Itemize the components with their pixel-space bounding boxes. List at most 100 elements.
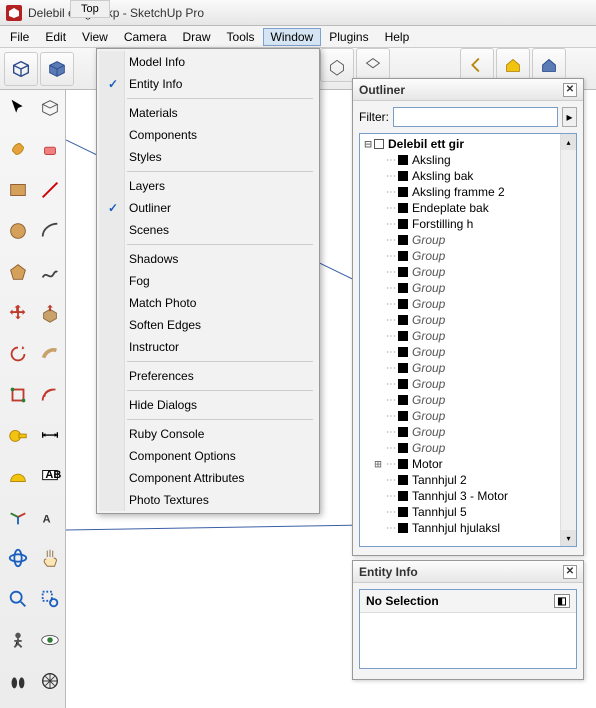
menu-item-component-options[interactable]: Component Options <box>99 445 317 467</box>
menu-item-photo-textures[interactable]: Photo Textures <box>99 489 317 511</box>
tree-item[interactable]: ⋯Tannhjul 5 <box>362 504 574 520</box>
entity-expand-icon[interactable]: ◧ <box>554 594 570 608</box>
tree-item[interactable]: ⋯Group <box>362 248 574 264</box>
menu-item-preferences[interactable]: Preferences <box>99 365 317 387</box>
walk-icon[interactable] <box>4 667 32 695</box>
menu-item-fog[interactable]: Fog <box>99 270 317 292</box>
protractor-icon[interactable] <box>4 462 32 490</box>
pushpull-icon[interactable] <box>36 299 64 327</box>
tree-item[interactable]: ⋯Endeplate bak <box>362 200 574 216</box>
menu-item-soften-edges[interactable]: Soften Edges <box>99 314 317 336</box>
tree-item[interactable]: ⋯Group <box>362 424 574 440</box>
offset-icon[interactable] <box>36 381 64 409</box>
tree-item[interactable]: ⋯Group <box>362 392 574 408</box>
tree-item[interactable]: ⋯Aksling bak <box>362 168 574 184</box>
back-view-icon[interactable] <box>460 48 494 82</box>
section-icon[interactable] <box>36 667 64 695</box>
cube-wire-icon[interactable] <box>4 52 38 86</box>
dimension-icon[interactable] <box>36 421 64 449</box>
3dtext-icon[interactable]: A <box>36 503 64 531</box>
menu-item-component-attributes[interactable]: Component Attributes <box>99 467 317 489</box>
look-around-icon[interactable] <box>36 626 64 654</box>
tree-item[interactable]: ⋯Group <box>362 296 574 312</box>
pan-icon[interactable] <box>36 544 64 572</box>
rotate-icon[interactable] <box>4 340 32 368</box>
filter-input[interactable] <box>393 107 558 127</box>
polygon-icon[interactable] <box>4 258 32 286</box>
tree-item[interactable]: ⋯Aksling <box>362 152 574 168</box>
tree-item[interactable]: ⋯Forstilling h <box>362 216 574 232</box>
tree-item[interactable]: ⋯Group <box>362 360 574 376</box>
menu-draw[interactable]: Draw <box>175 28 219 46</box>
scrollbar-vertical[interactable]: ▴ ▾ <box>560 134 576 546</box>
scroll-up-icon[interactable]: ▴ <box>561 134 576 150</box>
menu-window[interactable]: Window <box>263 28 322 46</box>
tree-item[interactable]: ⋯Tannhjul hjulaksl <box>362 520 574 536</box>
house-blue-icon[interactable] <box>532 48 566 82</box>
entity-info-close-icon[interactable]: ✕ <box>563 565 577 579</box>
menu-view[interactable]: View <box>74 28 116 46</box>
eraser-icon[interactable] <box>36 135 64 163</box>
outliner-close-icon[interactable]: ✕ <box>563 83 577 97</box>
tree-item[interactable]: ⊞⋯Motor <box>362 456 574 472</box>
outliner-title-bar[interactable]: Outliner ✕ <box>353 79 583 101</box>
tree-item[interactable]: ⋯Group <box>362 232 574 248</box>
tree-item[interactable]: ⋯Group <box>362 376 574 392</box>
menu-tools[interactable]: Tools <box>219 28 263 46</box>
house-yellow-icon[interactable] <box>496 48 530 82</box>
menu-item-model-info[interactable]: Model Info <box>99 51 317 73</box>
menu-file[interactable]: File <box>2 28 37 46</box>
tree-item[interactable]: ⋯Group <box>362 344 574 360</box>
menu-item-outliner[interactable]: ✓Outliner <box>99 197 317 219</box>
menu-item-entity-info[interactable]: ✓Entity Info <box>99 73 317 95</box>
filter-menu-icon[interactable]: ▸ <box>562 107 577 127</box>
zoom-icon[interactable] <box>4 585 32 613</box>
zoom-window-icon[interactable] <box>36 585 64 613</box>
scale-icon[interactable] <box>4 381 32 409</box>
tree-root[interactable]: ⊟Delebil ett gir <box>362 136 574 152</box>
menu-camera[interactable]: Camera <box>116 28 175 46</box>
menu-item-scenes[interactable]: Scenes <box>99 219 317 241</box>
component-icon[interactable] <box>36 94 64 122</box>
menu-edit[interactable]: Edit <box>37 28 74 46</box>
tree-item[interactable]: ⋯Group <box>362 328 574 344</box>
position-camera-icon[interactable] <box>4 626 32 654</box>
menu-plugins[interactable]: Plugins <box>321 28 376 46</box>
menu-item-components[interactable]: Components <box>99 124 317 146</box>
line-icon[interactable] <box>36 176 64 204</box>
freehand-icon[interactable] <box>36 258 64 286</box>
tape-icon[interactable] <box>4 421 32 449</box>
menu-item-hide-dialogs[interactable]: Hide Dialogs <box>99 394 317 416</box>
orbit-icon[interactable] <box>4 544 32 572</box>
scroll-down-icon[interactable]: ▾ <box>561 530 576 546</box>
menu-item-instructor[interactable]: Instructor <box>99 336 317 358</box>
tree-item[interactable]: ⋯Group <box>362 408 574 424</box>
move-icon[interactable] <box>4 299 32 327</box>
paint-icon[interactable] <box>4 135 32 163</box>
arc-icon[interactable] <box>36 217 64 245</box>
scene-tab[interactable]: Top <box>70 0 110 18</box>
rectangle-icon[interactable] <box>4 176 32 204</box>
tree-item[interactable]: ⋯Group <box>362 280 574 296</box>
tree-item[interactable]: ⋯Aksling framme 2 <box>362 184 574 200</box>
menu-item-match-photo[interactable]: Match Photo <box>99 292 317 314</box>
tree-item[interactable]: ⋯Group <box>362 264 574 280</box>
top-view-icon[interactable] <box>356 48 390 82</box>
text-icon[interactable]: ABC <box>36 462 64 490</box>
tree-item[interactable]: ⋯Group <box>362 312 574 328</box>
menu-item-layers[interactable]: Layers <box>99 175 317 197</box>
circle-icon[interactable] <box>4 217 32 245</box>
menu-help[interactable]: Help <box>377 28 418 46</box>
followme-icon[interactable] <box>36 340 64 368</box>
entity-info-title-bar[interactable]: Entity Info ✕ <box>353 561 583 583</box>
select-icon[interactable] <box>4 94 32 122</box>
menu-item-shadows[interactable]: Shadows <box>99 248 317 270</box>
axes-icon[interactable] <box>4 503 32 531</box>
iso-view-icon[interactable] <box>320 48 354 82</box>
tree-item[interactable]: ⋯Group <box>362 440 574 456</box>
menu-item-ruby-console[interactable]: Ruby Console <box>99 423 317 445</box>
tree-item[interactable]: ⋯Tannhjul 3 - Motor <box>362 488 574 504</box>
menu-item-materials[interactable]: Materials <box>99 102 317 124</box>
tree-item[interactable]: ⋯Tannhjul 2 <box>362 472 574 488</box>
menu-item-styles[interactable]: Styles <box>99 146 317 168</box>
